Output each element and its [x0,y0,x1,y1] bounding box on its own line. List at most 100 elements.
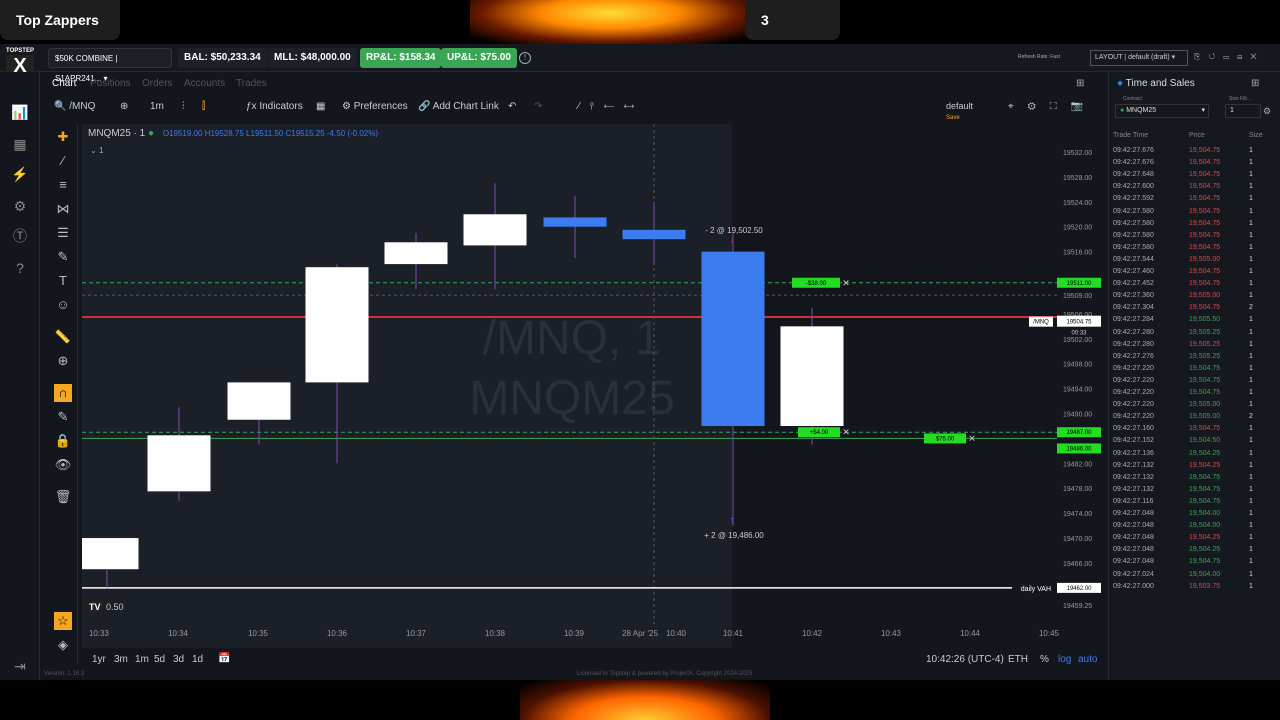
info-icon[interactable]: ! [519,52,531,64]
template-select[interactable]: default Save [946,101,973,121]
range-1yr[interactable]: 1yr [92,654,106,665]
ts-row: 09:42:27.136 19,504.25 1 [1113,448,1277,460]
chart-canvas[interactable]: /MNQ, 1 MNQM25 19532.00 19528.00 19524.00 1… [82,124,1104,648]
log-toggle[interactable]: log [1058,654,1071,665]
license-label: Licensed to Topstep & powered by Project… [577,671,753,677]
tab-orders[interactable]: Orders [142,78,173,89]
range-3m[interactable]: 3m [114,654,128,665]
ts-contract-select[interactable]: ● MNQM25 ▾ [1115,104,1209,118]
chart-nav-icon[interactable]: 📊 [10,102,30,122]
time-axis-label: 10:33 [89,629,110,638]
ts-size: 1 [1249,485,1253,493]
ts-size: 1 [1249,207,1253,215]
date-range-icon[interactable]: 📅 [218,653,230,664]
trash-icon[interactable]: 🗑 [54,488,72,506]
add-chart-link-button[interactable]: 🔗 Add Chart Link [418,101,499,112]
ts-size: 1 [1249,159,1253,167]
chart-type-icon[interactable]: ⫶ [182,101,185,112]
account-header: TOPSTEP X $50K COMBINE | S1APR241... ▾ B… [0,44,1280,83]
percent-toggle[interactable]: % [1040,654,1049,665]
tradingview-nav-icon[interactable]: Ⓣ [10,226,30,246]
time-axis-label: 10:44 [960,629,981,638]
channel-tool-icon[interactable]: ☰ [54,224,72,242]
clock-label[interactable]: 10:42:26 (UTC-4) [926,654,1004,665]
preferences-button[interactable]: ⚙ Preferences [342,101,408,112]
layout-select[interactable]: LAYOUT | default (draft) ▾ [1090,50,1188,66]
ts-price: 19,504.75 [1189,485,1221,493]
symbol-label: MNQM25 · 1 [88,128,146,139]
range-1m[interactable]: 1m [135,654,149,665]
candle-body [147,435,211,492]
ts-price: 19,504.75 [1189,159,1221,167]
tab-accounts[interactable]: Accounts [184,78,225,89]
ruler-tool-icon[interactable]: 📏 [54,328,72,346]
ts-size-input[interactable]: 1 [1225,104,1261,118]
pattern-tool-icon[interactable]: ⋈ [54,200,72,218]
tab-trades[interactable]: Trades [236,78,267,89]
ts-size: 1 [1249,401,1253,409]
window-controls[interactable]: ⎘↺▭⊟✕ [1194,52,1264,62]
ts-add-icon[interactable]: ⊞ [1251,78,1259,89]
ts-size: 2 [1249,304,1253,312]
emoji-tool-icon[interactable]: ☺ [54,296,72,314]
candle-body [384,242,448,265]
ts-settings-icon[interactable]: ⚙ [1263,106,1271,117]
account-select[interactable]: $50K COMBINE | S1APR241... ▾ [48,48,172,83]
tab-chart[interactable]: Chart [52,78,76,89]
ts-price: 19,505.25 [1189,352,1221,360]
vah-price-tag: 19462.00 [1066,586,1092,592]
help-nav-icon[interactable]: ? [10,258,30,278]
ts-row: 09:42:27.048 19,504.75 1 [1113,556,1277,568]
magnet-tool-icon[interactable]: ∩ [54,384,72,402]
range-5d[interactable]: 5d [154,654,165,665]
ts-row: 09:42:27.048 19,504.25 1 [1113,532,1277,544]
ts-row: 09:42:27.048 19,504.25 1 [1113,544,1277,556]
redo-icon[interactable]: ↷ [534,101,542,112]
zoom-tool-icon[interactable]: ⊕ [54,352,72,370]
layers-icon[interactable]: ◈ [54,636,72,654]
add-panel-icon[interactable]: ⊞ [1076,78,1084,89]
tab-positions[interactable]: Positions [90,78,131,89]
indicators-button[interactable]: ƒx Indicators [246,101,303,112]
ts-time: 09:42:27.280 [1113,328,1154,336]
order-tp-tag: -$38.00 [806,281,827,287]
settings-nav-icon[interactable]: ⚙ [10,196,30,216]
ts-row: 09:42:27.600 19,504.75 1 [1113,181,1277,193]
ts-time: 09:42:27.220 [1113,401,1154,409]
crosshair-tool-icon[interactable]: ✚ [54,128,72,146]
price-axis-label: 19516.00 [1063,250,1092,257]
ts-size: 1 [1249,316,1253,324]
interval-select[interactable]: 1m [150,101,164,112]
favorite-icon[interactable]: ☆ [54,612,72,630]
session-toggle[interactable]: ETH [1008,654,1028,665]
fib-tool-icon[interactable]: ≡ [54,176,72,194]
brush-tool-icon[interactable]: ✎ [54,248,72,266]
analytics-nav-icon[interactable]: ⚡ [10,164,30,184]
grid-nav-icon[interactable]: ▦ [10,134,30,154]
eye-icon[interactable]: 👁 [54,456,72,474]
trendline-tool-icon[interactable]: ⁄ [54,152,72,170]
ts-price: 19,504.75 [1189,231,1221,239]
range-3d[interactable]: 3d [173,654,184,665]
compare-add-icon[interactable]: ⊕ [120,101,128,112]
text-tool-icon[interactable]: T [54,272,72,290]
range-1d[interactable]: 1d [192,654,203,665]
undo-icon[interactable]: ↶ [508,101,516,112]
ts-size-label: Size Filt... [1229,96,1251,102]
tradingview-logo[interactable]: TV 0.50 [86,601,124,613]
bar-style-icon[interactable]: ⫿ [202,101,205,112]
symbol-search[interactable]: 🔍 /MNQ [54,101,95,112]
ts-price: 19,504.75 [1189,473,1221,481]
toolbar-utility-icons[interactable]: ⌖⚙⛶📷 [1008,101,1097,112]
ts-row: 09:42:27.304 19,504.75 2 [1113,302,1277,314]
ts-price: 19,504.75 [1189,207,1221,215]
lock-icon[interactable]: 🔒 [54,432,72,450]
ts-price: 19,505.50 [1189,316,1221,324]
draw-tools-icon[interactable]: ⁄⫯⟵⟷ [578,101,644,112]
lock-draw-icon[interactable]: ✎ [54,408,72,426]
auto-toggle[interactable]: auto [1078,654,1097,665]
price-chart[interactable]: /MNQ, 1 MNQM25 19532.00 19528.00 19524.00 1… [82,124,1104,684]
layouts-icon[interactable]: ▦ [316,101,325,112]
rpl-badge: RP&L: $158.34 [360,48,442,68]
ts-row: 09:42:27.276 19,505.25 1 [1113,351,1277,363]
